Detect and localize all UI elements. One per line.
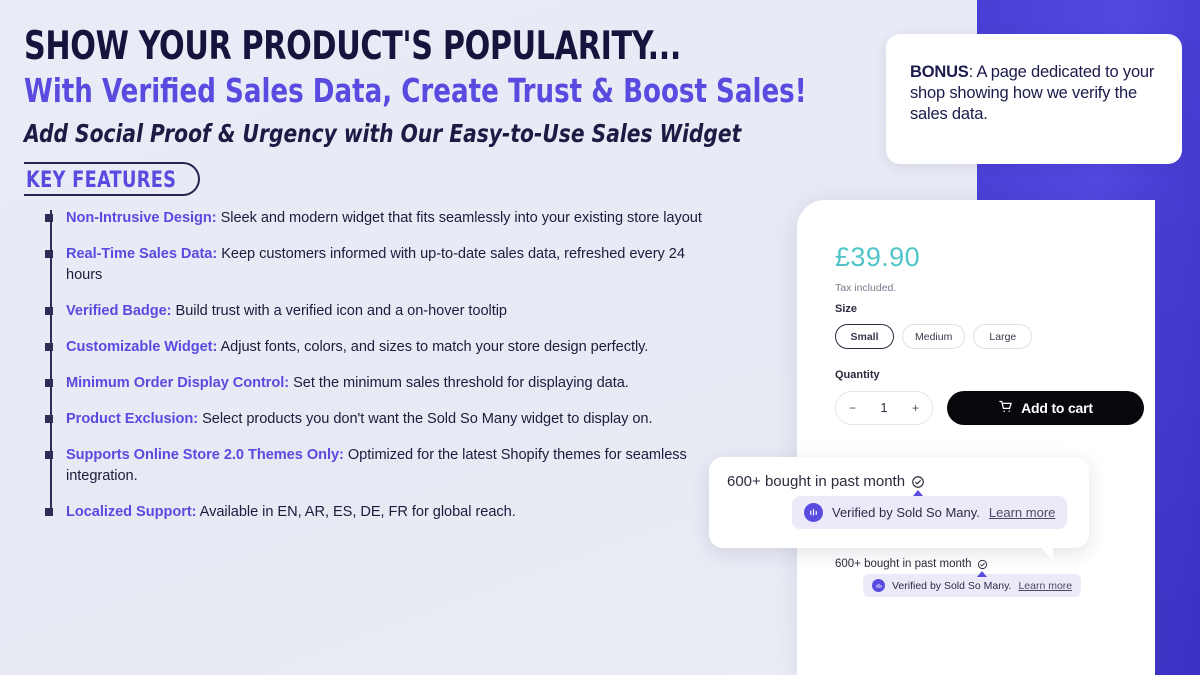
tooltip-arrow-icon (977, 570, 988, 577)
bullet-icon (45, 307, 53, 316)
key-features-label: KEY FEATURES (26, 168, 177, 194)
tooltip-arrow-icon (913, 489, 924, 496)
key-features-tag: KEY FEATURES (24, 162, 224, 197)
quantity-increase-button[interactable]: + (912, 401, 919, 415)
product-card: £39.90 Tax included. Size Small Medium L… (797, 200, 1155, 675)
bought-count-text: 600+ bought in past month (727, 473, 906, 490)
page-title-line1: SHOW YOUR PRODUCT'S POPULARITY... (24, 24, 682, 69)
verified-tooltip: Verified by Sold So Many. Learn more (863, 574, 1082, 597)
learn-more-link[interactable]: Learn more (989, 505, 1055, 520)
feature-term: Verified Badge: (66, 303, 172, 320)
feature-text: Adjust fonts, colors, and sizes to match… (217, 339, 649, 356)
feature-term: Localized Support: (66, 504, 197, 521)
feature-term: Minimum Order Display Control: (66, 375, 290, 392)
size-option-medium[interactable]: Medium (902, 324, 966, 349)
bullet-icon (45, 214, 53, 223)
list-item: Customizable Widget: Adjust fonts, color… (45, 337, 706, 358)
bought-line: 600+ bought in past month (835, 558, 1125, 577)
list-item: Supports Online Store 2.0 Themes Only: O… (45, 445, 706, 487)
verified-check-icon[interactable] (977, 559, 988, 577)
add-to-cart-label: Add to cart (1021, 400, 1093, 416)
sold-so-many-badge-icon (804, 503, 823, 522)
tax-note: Tax included. (835, 282, 897, 294)
callout-tail (1040, 546, 1053, 561)
quantity-decrease-button[interactable]: − (849, 401, 856, 415)
list-item: Minimum Order Display Control: Set the m… (45, 373, 706, 394)
bullet-icon (45, 250, 53, 259)
feature-term: Product Exclusion: (66, 411, 199, 428)
sold-so-many-badge-icon (872, 579, 885, 592)
list-item: Localized Support: Available in EN, AR, … (45, 502, 706, 523)
feature-term: Customizable Widget: (66, 339, 218, 356)
bullet-icon (45, 508, 53, 517)
cart-row: − 1 + Add to cart (835, 391, 1155, 425)
cart-icon (998, 399, 1013, 417)
bought-line: 600+ bought in past month (727, 473, 1089, 496)
quantity-label: Quantity (835, 369, 880, 381)
feature-text: Sleek and modern widget that fits seamle… (216, 210, 702, 227)
feature-text: Select products you don't want the Sold … (198, 411, 653, 428)
page-title-line2: With Verified Sales Data, Create Trust &… (24, 71, 807, 111)
verified-tooltip: Verified by Sold So Many. Learn more (792, 496, 1068, 529)
quantity-value[interactable]: 1 (881, 401, 888, 415)
verified-check-icon[interactable] (911, 475, 925, 496)
size-options: Small Medium Large (835, 324, 1155, 349)
bonus-label: BONUS (910, 63, 969, 81)
bullet-icon (45, 379, 53, 388)
feature-term: Non-Intrusive Design: (66, 210, 217, 227)
size-label: Size (835, 303, 858, 315)
bought-count-text: 600+ bought in past month (835, 558, 972, 570)
bullet-icon (45, 451, 53, 460)
verified-text: Verified by Sold So Many. (832, 505, 980, 520)
list-item: Product Exclusion: Select products you d… (45, 409, 706, 430)
verified-text: Verified by Sold So Many. (892, 579, 1012, 592)
list-item: Real-Time Sales Data: Keep customers inf… (45, 244, 706, 286)
list-item: Verified Badge: Build trust with a verif… (45, 301, 706, 322)
size-option-small[interactable]: Small (835, 324, 894, 349)
page-subheading: Add Social Proof & Urgency with Our Easy… (24, 119, 742, 149)
feature-term: Supports Online Store 2.0 Themes Only: (66, 447, 344, 464)
sales-widget-small: 600+ bought in past month Verified by So… (835, 558, 1125, 597)
bullet-icon (45, 343, 53, 352)
sales-widget-callout: 600+ bought in past month Verified by So… (709, 457, 1089, 561)
left-content-column: SHOW YOUR PRODUCT'S POPULARITY... With V… (0, 0, 880, 675)
feature-term: Real-Time Sales Data: (66, 246, 218, 263)
quantity-stepper[interactable]: − 1 + (835, 391, 933, 425)
feature-text: Set the minimum sales threshold for disp… (289, 375, 629, 392)
list-item: Non-Intrusive Design: Sleek and modern w… (45, 208, 706, 229)
feature-text: Build trust with a verified icon and a o… (171, 303, 508, 320)
bonus-text: BONUS: A page dedicated to your shop sho… (910, 62, 1162, 125)
learn-more-link[interactable]: Learn more (1018, 580, 1072, 592)
bonus-card: BONUS: A page dedicated to your shop sho… (886, 34, 1182, 164)
add-to-cart-button[interactable]: Add to cart (947, 391, 1144, 425)
bullet-icon (45, 415, 53, 424)
feature-text: Available in EN, AR, ES, DE, FR for glob… (196, 504, 516, 521)
product-price: £39.90 (835, 242, 920, 272)
size-option-large[interactable]: Large (973, 324, 1033, 349)
